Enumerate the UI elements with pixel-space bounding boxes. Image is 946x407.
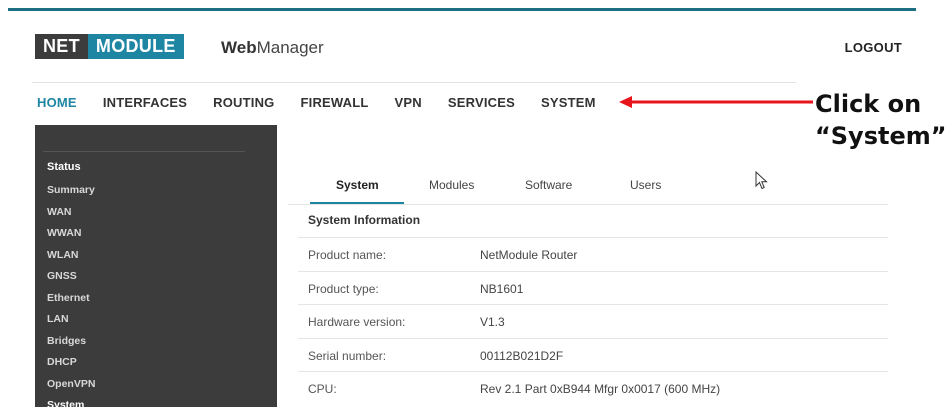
tab-software[interactable]: Software [525,178,572,192]
annotation-arrow-icon [619,96,813,108]
row-value: V1.3 [480,315,505,329]
top-accent-rule [8,8,916,11]
sidebar-list: Summary WAN WWAN WLAN GNSS Ethernet LAN … [47,180,95,407]
sidebar-item-gnss[interactable]: GNSS [47,266,95,288]
sidebar-divider [43,151,245,152]
table-row: Hardware version: V1.3 [298,304,888,338]
tab-system[interactable]: System [336,178,379,192]
system-info-table: Product name: NetModule Router Product t… [298,237,888,405]
sidebar-item-bridges[interactable]: Bridges [47,331,95,353]
tab-bar: System Modules Software Users [288,172,888,205]
table-row: CPU: Rev 2.1 Part 0xB944 Mfgr 0x0017 (60… [298,371,888,405]
logo-module: MODULE [87,34,184,59]
sidebar-item-summary[interactable]: Summary [47,180,95,202]
nav-firewall[interactable]: FIREWALL [301,95,369,110]
active-tab-indicator [310,202,404,204]
mouse-pointer-icon [755,171,768,190]
table-row: Product type: NB1601 [298,270,888,305]
main-nav: HOME INTERFACES ROUTING FIREWALL VPN SER… [37,95,622,110]
nav-services[interactable]: SERVICES [448,95,515,110]
nav-vpn[interactable]: VPN [395,95,422,110]
section-title: System Information [308,213,421,227]
annotation-line-2: “System” [815,122,946,150]
app-title-bold: Web [221,38,257,57]
annotation-line-1: Click on [815,90,922,118]
nav-home[interactable]: HOME [37,95,77,110]
row-label: Product name: [308,248,387,262]
netmodule-logo: NET MODULE [35,34,184,59]
annotation-callout: Click on “System” [815,88,946,152]
nav-divider [32,82,796,83]
sidebar-item-openvpn[interactable]: OpenVPN [47,374,95,396]
sidebar-item-wwan[interactable]: WWAN [47,223,95,245]
sidebar-item-lan[interactable]: LAN [47,309,95,331]
nav-interfaces[interactable]: INTERFACES [103,95,187,110]
sidebar: Status Summary WAN WWAN WLAN GNSS Ethern… [35,125,277,407]
row-value: 00112B021D2F [480,348,564,363]
row-label: Serial number: [308,348,387,363]
row-label: Hardware version: [308,315,406,329]
logout-link[interactable]: LOGOUT [845,40,902,55]
tab-modules[interactable]: Modules [429,178,474,192]
row-value: NetModule Router [480,248,578,262]
sidebar-item-ethernet[interactable]: Ethernet [47,288,95,310]
sidebar-item-wlan[interactable]: WLAN [47,245,95,267]
table-row: Product name: NetModule Router [298,237,888,271]
nav-routing[interactable]: ROUTING [213,95,274,110]
nav-system[interactable]: SYSTEM [541,95,596,110]
row-value: Rev 2.1 Part 0xB944 Mfgr 0x0017 (600 MHz… [480,382,721,396]
app-title: WebManager [221,38,324,58]
row-label: Product type: [308,281,379,296]
sidebar-heading-status: Status [47,161,81,173]
logo-net: NET [35,34,88,59]
app-title-light: Manager [256,38,324,57]
sidebar-item-system[interactable]: System [47,395,95,407]
row-value: NB1601 [480,281,524,296]
sidebar-item-wan[interactable]: WAN [47,202,95,224]
row-label: CPU: [308,382,337,396]
table-row: Serial number: 00112B021D2F [298,337,888,372]
tab-users[interactable]: Users [630,178,661,192]
sidebar-item-dhcp[interactable]: DHCP [47,352,95,374]
